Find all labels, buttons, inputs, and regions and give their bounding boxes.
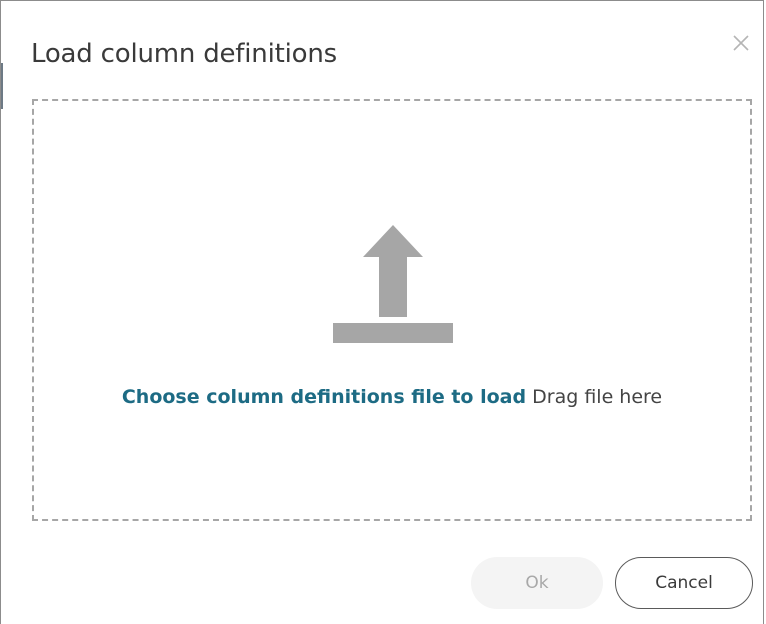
edge-marker xyxy=(1,63,3,109)
choose-file-link[interactable]: Choose column definitions file to load xyxy=(122,386,526,408)
drop-instructions: Choose column definitions file to load D… xyxy=(34,386,750,408)
cancel-button[interactable]: Cancel xyxy=(615,557,753,609)
close-button[interactable] xyxy=(729,31,753,55)
drag-file-text: Drag file here xyxy=(532,386,663,408)
close-icon xyxy=(733,35,749,51)
upload-icon xyxy=(333,225,453,343)
dialog-title: Load column definitions xyxy=(31,39,337,69)
file-drop-zone[interactable]: Choose column definitions file to load D… xyxy=(32,99,752,521)
ok-button[interactable]: Ok xyxy=(471,557,603,609)
load-column-definitions-dialog: Load column definitions Choose column de… xyxy=(0,0,764,624)
